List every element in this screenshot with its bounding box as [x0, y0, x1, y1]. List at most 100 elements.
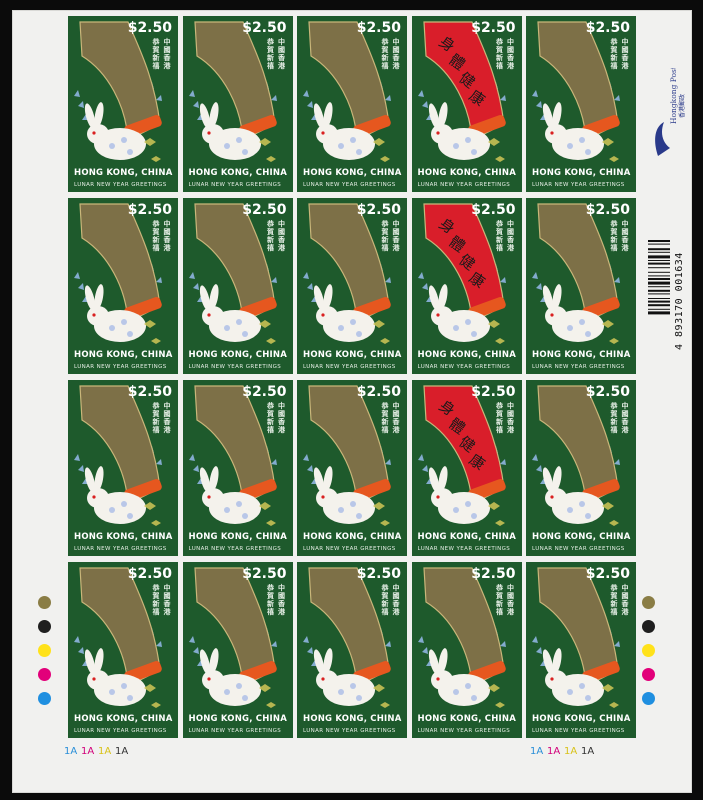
stamp-value: $2.50: [127, 20, 172, 36]
stamp-chinese-greeting: 恭賀新禧: [152, 584, 160, 616]
plate-number: 1A: [564, 746, 578, 757]
barcode-bar: [648, 293, 670, 295]
stamp-country: HONG KONG, CHINA: [188, 350, 288, 360]
plate-number: 1A: [81, 746, 95, 757]
stamp-value: $2.50: [356, 566, 401, 582]
stamp-chinese-greeting: 恭賀新禧: [381, 220, 389, 252]
traffic-light-dot: [642, 620, 655, 633]
stamp-country: HONG KONG, CHINA: [417, 350, 517, 360]
stamp-country: HONG KONG, CHINA: [417, 168, 517, 178]
stamp-subtitle: LUNAR NEW YEAR GREETINGS: [188, 728, 282, 734]
stamp: $2.50 中國香港 恭賀新禧 HONG KONG, CHINA LUNAR N…: [526, 380, 636, 556]
stamp-chinese-greeting: 恭賀新禧: [496, 584, 503, 616]
stamp-subtitle: LUNAR NEW YEAR GREETINGS: [417, 182, 511, 188]
barcode-bar: [648, 251, 670, 253]
stamp-value: $2.50: [127, 384, 172, 400]
stamp: $2.50 中國香港 恭賀新禧 HONG KONG, CHINA LUNAR N…: [68, 16, 178, 192]
stamp: $2.50 中國香港 恭賀新禧 HONG KONG, CHINA LUNAR N…: [526, 16, 636, 192]
stamp-value: $2.50: [242, 20, 287, 36]
barcode-bar: [648, 298, 670, 299]
stamp-subtitle: LUNAR NEW YEAR GREETINGS: [532, 546, 625, 552]
stamp-subtitle: LUNAR NEW YEAR GREETINGS: [74, 546, 167, 552]
stamp-country: HONG KONG, CHINA: [303, 168, 402, 178]
stamp-chinese-greeting: 恭賀新禧: [381, 402, 389, 434]
stamp: $2.50 中國香港 恭賀新禧 HONG KONG, CHINA LUNAR N…: [526, 198, 636, 374]
barcode-bar: [648, 304, 670, 307]
stamp-subtitle: LUNAR NEW YEAR GREETINGS: [303, 728, 396, 734]
traffic-light-dot: [642, 644, 655, 657]
barcode-bar: [648, 240, 670, 242]
stamp-country: HONG KONG, CHINA: [188, 168, 288, 178]
stamp-country: HONG KONG, CHINA: [188, 714, 288, 724]
barcode-bar: [648, 311, 670, 315]
stamp-chinese-greeting: 恭賀新禧: [610, 220, 618, 252]
plate-number: 1A: [547, 746, 561, 757]
stamp: $2.50 中國香港 恭賀新禧 HONG KONG, CHINA LUNAR N…: [182, 380, 293, 556]
stamp: $2.50 中國香港 恭賀新禧 HONG KONG, CHINA LUNAR N…: [68, 562, 178, 738]
stamp: $2.50 中國香港 恭賀新禧 HONG KONG, CHINA LUNAR N…: [182, 16, 293, 192]
stamp-value: $2.50: [242, 384, 287, 400]
stamp-value: $2.50: [127, 566, 172, 582]
stamp-value: $2.50: [242, 566, 287, 582]
stamp-country: HONG KONG, CHINA: [532, 532, 631, 542]
traffic-light-dot: [642, 692, 655, 705]
stamp-subtitle: LUNAR NEW YEAR GREETINGS: [74, 728, 167, 734]
stamp-value: $2.50: [585, 566, 630, 582]
traffic-light-dot: [38, 644, 51, 657]
stamp: $2.50 中國香港 恭賀新禧 HONG KONG, CHINA LUNAR N…: [297, 562, 407, 738]
stamp-country: HONG KONG, CHINA: [74, 532, 173, 542]
stamp-grid: $2.50 中國香港 恭賀新禧 HONG KONG, CHINA LUNAR N…: [68, 16, 636, 743]
stamp-subtitle: LUNAR NEW YEAR GREETINGS: [532, 364, 625, 370]
stamp-value: $2.50: [471, 20, 516, 36]
traffic-light-dot: [38, 596, 51, 609]
stamp: $2.50 中國香港 恭賀新禧 HONG KONG, CHINA LUNAR N…: [68, 380, 178, 556]
traffic-light-dot: [38, 692, 51, 705]
stamp-subtitle: LUNAR NEW YEAR GREETINGS: [417, 364, 511, 370]
barcode-bar: [648, 286, 670, 288]
stamp-subtitle: LUNAR NEW YEAR GREETINGS: [74, 182, 167, 188]
stamp-country: HONG KONG, CHINA: [303, 532, 402, 542]
barcode-bar: [648, 278, 670, 280]
stamp-value: $2.50: [127, 202, 172, 218]
stamp: 身體健康 $2.50 中國香港 恭賀新禧 HONG KONG, CHINA LU…: [411, 380, 522, 556]
stamp-chinese-greeting: 恭賀新禧: [610, 584, 618, 616]
stamp: $2.50 中國香港 恭賀新禧 HONG KONG, CHINA LUNAR N…: [297, 16, 407, 192]
stamp-value: $2.50: [585, 20, 630, 36]
stamp-chinese-greeting: 恭賀新禧: [496, 38, 503, 70]
stamp-value: $2.50: [471, 202, 516, 218]
stamp-subtitle: LUNAR NEW YEAR GREETINGS: [74, 364, 167, 370]
stamp-country: HONG KONG, CHINA: [74, 350, 173, 360]
stamp-subtitle: LUNAR NEW YEAR GREETINGS: [303, 546, 396, 552]
stamp: $2.50 中國香港 恭賀新禧 HONG KONG, CHINA LUNAR N…: [68, 198, 178, 374]
stamp-chinese-greeting: 恭賀新禧: [381, 584, 389, 616]
stamp-country: HONG KONG, CHINA: [188, 532, 288, 542]
plate-number: 1A: [530, 746, 544, 757]
barcode-bar: [648, 308, 670, 310]
stamp-country: HONG KONG, CHINA: [417, 714, 517, 724]
stamp-country: HONG KONG, CHINA: [74, 714, 173, 724]
stamp-chinese-greeting: 恭賀新禧: [267, 38, 274, 70]
stamp-subtitle: LUNAR NEW YEAR GREETINGS: [303, 182, 396, 188]
stamp: $2.50 中國香港 恭賀新禧 HONG KONG, CHINA LUNAR N…: [526, 562, 636, 738]
stamp-value: $2.50: [471, 384, 516, 400]
stamp: $2.50 中國香港 恭賀新禧 HONG KONG, CHINA LUNAR N…: [182, 198, 293, 374]
barcode-bar: [648, 289, 670, 292]
stamp-value: $2.50: [471, 566, 516, 582]
stamp: $2.50 中國香港 恭賀新禧 HONG KONG, CHINA LUNAR N…: [297, 380, 407, 556]
barcode-digits: 4 893170 001634: [674, 252, 685, 350]
barcode-bar: [648, 262, 670, 265]
barcode-bar: [648, 267, 670, 269]
stamp-subtitle: LUNAR NEW YEAR GREETINGS: [417, 546, 511, 552]
stamp: $2.50 中國香港 恭賀新禧 HONG KONG, CHINA LUNAR N…: [411, 562, 522, 738]
stamp-subtitle: LUNAR NEW YEAR GREETINGS: [303, 364, 396, 370]
barcode-bar: [648, 248, 670, 251]
plate-number: 1A: [581, 746, 595, 757]
plate-number: 1A: [115, 746, 129, 757]
stamp-subtitle: LUNAR NEW YEAR GREETINGS: [188, 182, 282, 188]
barcode-bar: [648, 260, 670, 261]
stamp: 身體健康 $2.50 中國香港 恭賀新禧 HONG KONG, CHINA LU…: [411, 198, 522, 374]
traffic-light-dot: [38, 668, 51, 681]
stamp-value: $2.50: [585, 202, 630, 218]
stamp-chinese-greeting: 恭賀新禧: [152, 220, 160, 252]
stamp-chinese-greeting: 恭賀新禧: [496, 402, 503, 434]
